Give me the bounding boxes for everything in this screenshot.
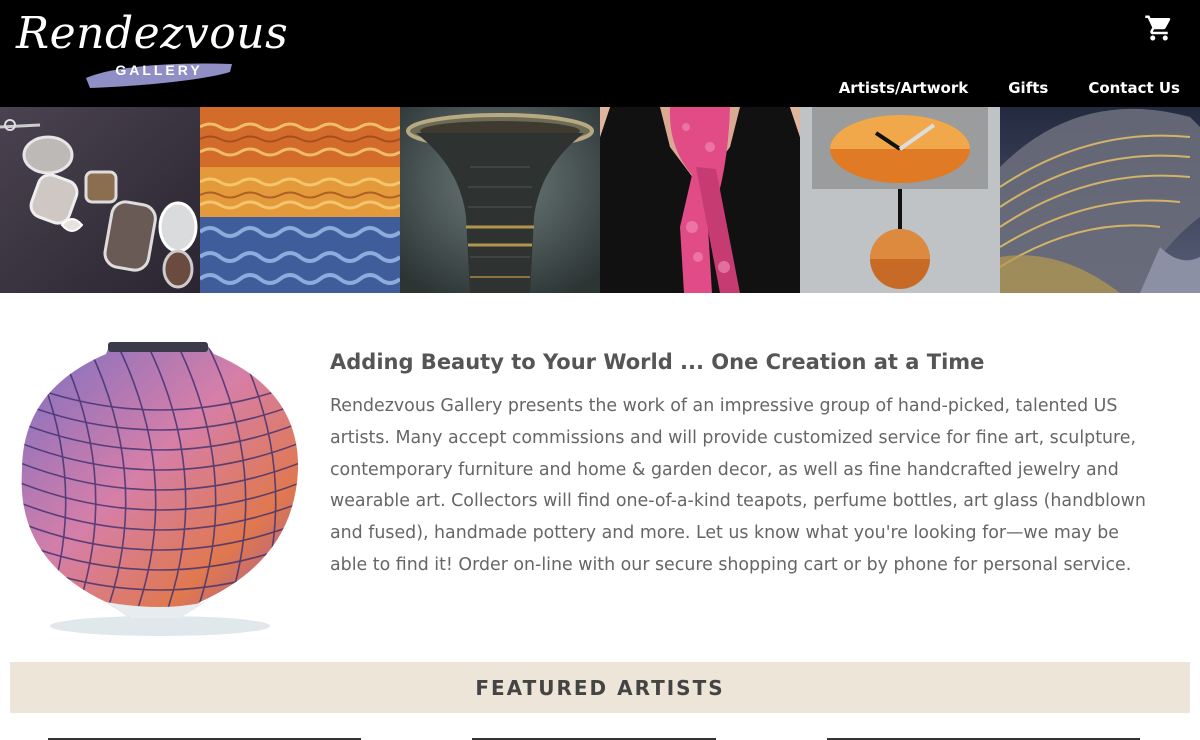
banner-tile-vessel[interactable] — [400, 107, 600, 293]
nav-artists-artwork[interactable]: Artists/Artwork — [839, 79, 969, 97]
banner-tile-clock[interactable] — [800, 107, 1000, 293]
main-nav: Artists/Artwork Gifts Contact Us — [839, 79, 1180, 97]
nav-gifts[interactable]: Gifts — [1008, 79, 1048, 97]
shopping-cart-icon[interactable] — [1144, 13, 1174, 43]
logo-wordmark: Rendezvous — [16, 8, 289, 59]
featured-artists-title: FEATURED ARTISTS — [475, 675, 725, 700]
banner-tile-scarf[interactable] — [600, 107, 800, 293]
featured-vase-image — [10, 330, 310, 640]
banner-tile-painting[interactable] — [200, 107, 400, 293]
featured-artists-bar: FEATURED ARTISTS — [10, 662, 1190, 713]
intro-paragraph: Rendezvous Gallery presents the work of … — [330, 396, 1146, 575]
artwork-banner — [0, 107, 1200, 293]
intro-headline: Adding Beauty to Your World ... One Crea… — [330, 350, 985, 374]
nav-contact-us[interactable]: Contact Us — [1088, 79, 1180, 97]
site-header: Rendezvous GALLERY Artists/Artwork Gifts… — [0, 0, 1200, 107]
banner-tile-jewelry[interactable] — [0, 107, 200, 293]
banner-tile-glass[interactable] — [1000, 107, 1200, 293]
gallery-logo[interactable]: Rendezvous GALLERY — [16, 8, 288, 92]
logo-subtitle: GALLERY — [115, 62, 203, 78]
